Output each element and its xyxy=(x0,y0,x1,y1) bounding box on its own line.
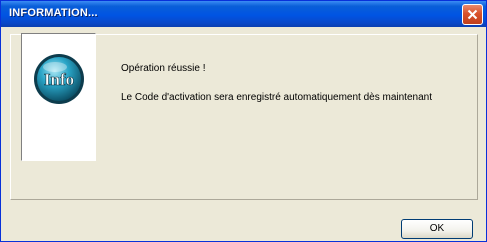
title-bar[interactable]: INFORMATION... xyxy=(1,1,486,27)
info-icon: Info xyxy=(34,54,84,104)
close-icon xyxy=(467,9,478,20)
ok-button[interactable]: OK xyxy=(401,219,473,239)
close-button[interactable] xyxy=(462,4,483,25)
info-icon-text: Info xyxy=(44,70,74,89)
dialog-window: INFORMATION... Info Opération réussie ! … xyxy=(0,0,487,242)
message-body: Le Code d'activation sera enregistré aut… xyxy=(121,92,432,103)
window-title: INFORMATION... xyxy=(9,7,98,19)
message-title: Opération réussie ! xyxy=(121,63,206,74)
icon-frame: Info xyxy=(21,33,96,161)
